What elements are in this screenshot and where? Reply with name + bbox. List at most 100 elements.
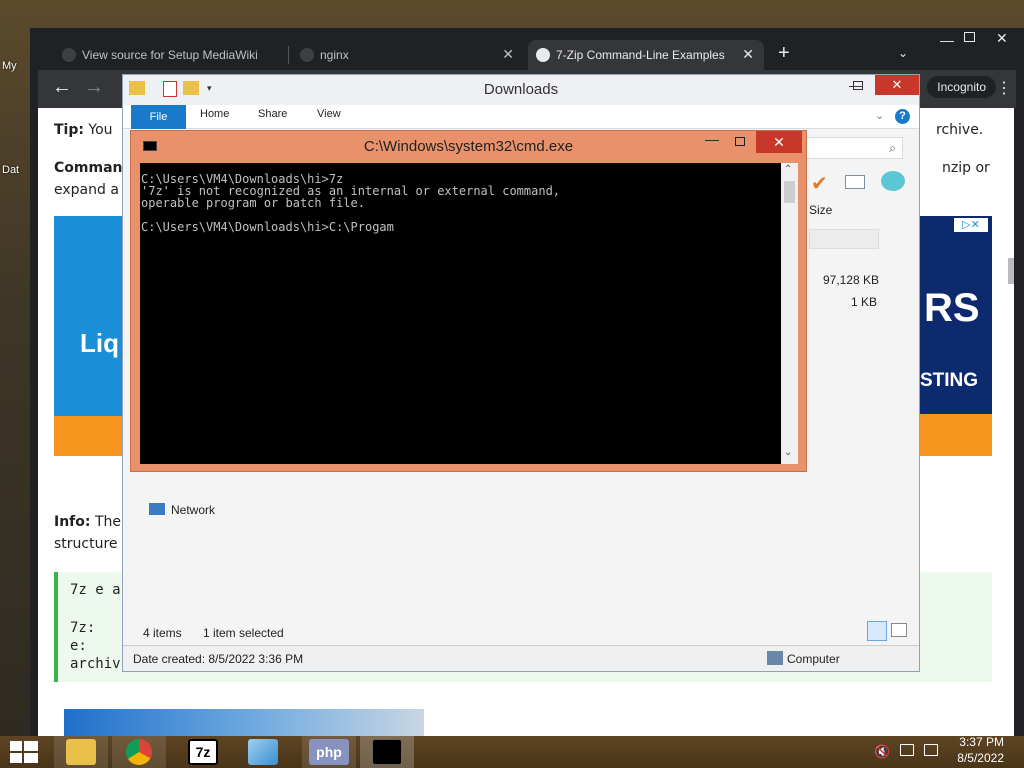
tab-view[interactable]: View xyxy=(317,108,341,120)
folder-icon xyxy=(129,81,145,95)
ad-choices-icon[interactable]: ▷✕ xyxy=(954,218,988,232)
tab-file[interactable]: File xyxy=(131,105,186,129)
article-image xyxy=(64,709,424,736)
close-window-icon[interactable]: ✕ xyxy=(875,75,919,95)
command-paragraph-end: nzip or xyxy=(942,160,990,176)
tab-home[interactable]: Home xyxy=(200,108,229,120)
file-size: 1 KB xyxy=(851,295,878,309)
search-input[interactable]: ⌕ xyxy=(805,137,903,159)
php-icon: php xyxy=(309,739,349,765)
status-bar: Date created: 8/5/2022 3:36 PM Computer xyxy=(123,645,919,671)
scroll-down-icon[interactable]: ⌄ xyxy=(784,447,792,458)
column-header-size[interactable]: Size xyxy=(809,203,832,217)
tab-setup-mediawiki[interactable]: View source for Setup MediaWiki xyxy=(54,40,286,70)
cmd-console-output[interactable]: C:\Users\VM4\Downloads\hi>7z '7z' is not… xyxy=(140,163,781,464)
code-line: 7z: xyxy=(70,620,96,636)
close-window-icon[interactable]: ✕ xyxy=(756,131,802,153)
system-clock[interactable]: 3:37 PM 8/5/2022 xyxy=(957,734,1004,766)
expand-ribbon-chevron-icon[interactable]: ⌄ xyxy=(875,109,884,122)
taskbar-php[interactable]: php xyxy=(302,736,356,768)
file-explorer-icon xyxy=(66,739,96,765)
back-arrow-icon[interactable]: ← xyxy=(52,76,72,99)
cmd-icon xyxy=(372,739,402,765)
tab-search-chevron-icon[interactable]: ⌄ xyxy=(898,46,908,60)
taskbar-chrome[interactable] xyxy=(112,736,166,768)
tab-nginx[interactable]: nginx ✕ xyxy=(292,40,524,70)
clock-date: 8/5/2022 xyxy=(957,751,1004,765)
close-window-icon[interactable]: ✕ xyxy=(996,30,1008,47)
minimize-icon[interactable]: — xyxy=(705,131,719,147)
scroll-up-icon[interactable]: ⌃ xyxy=(784,164,792,175)
info-paragraph: Info: The xyxy=(54,514,121,530)
list-view-icon[interactable] xyxy=(845,175,865,189)
explorer-titlebar: Downloads xyxy=(123,75,919,105)
date-created: Date created: 8/5/2022 3:36 PM xyxy=(133,652,304,666)
details-view-icon[interactable] xyxy=(867,621,887,641)
network-icon xyxy=(149,503,165,515)
checkmark-icon[interactable]: ✔ xyxy=(811,171,828,196)
code-line: e: xyxy=(70,638,87,654)
ad-banner-right[interactable]: RS STING ▷✕ xyxy=(914,216,992,456)
code-line: 7z e a xyxy=(70,582,121,598)
column-filter-placeholder xyxy=(809,229,879,249)
nav-network[interactable]: Network xyxy=(171,503,215,517)
tip-paragraph: Tip: You xyxy=(54,122,113,138)
taskbar-notepad[interactable] xyxy=(236,736,290,768)
desktop-icon-label[interactable]: My xyxy=(2,60,17,72)
tab-favicon-icon xyxy=(300,48,314,62)
new-tab-button[interactable]: + xyxy=(778,42,790,65)
tab-favicon-icon xyxy=(62,48,76,62)
7zip-icon: 7z xyxy=(188,739,218,765)
taskbar-7zip[interactable]: 7z xyxy=(176,736,230,768)
ad-orange-strip xyxy=(54,416,124,456)
properties-icon[interactable] xyxy=(163,81,177,97)
scrollbar-thumb[interactable] xyxy=(784,181,795,203)
tab-7zip-examples[interactable]: 7-Zip Command-Line Examples ✕ xyxy=(528,40,764,70)
maximize-icon[interactable] xyxy=(964,32,975,42)
incognito-badge[interactable]: Incognito xyxy=(927,76,996,98)
taskbar: 7z php 🔇 3:37 PM 8/5/2022 xyxy=(0,734,1024,768)
tab-divider xyxy=(288,46,289,64)
minimize-icon[interactable]: — xyxy=(940,32,954,48)
ad-banner-left[interactable]: Liq xyxy=(54,216,124,456)
command-paragraph: expand a xyxy=(54,182,119,198)
close-tab-icon[interactable]: ✕ xyxy=(502,46,514,63)
help-icon[interactable]: ? xyxy=(895,109,910,124)
taskbar-file-explorer[interactable] xyxy=(54,736,108,768)
menu-dots-icon[interactable]: ⋮ xyxy=(996,78,1012,98)
globe-icon xyxy=(536,48,550,62)
clock-time: 3:37 PM xyxy=(959,735,1004,749)
network-tray-icon[interactable] xyxy=(900,744,914,756)
selection-count: 1 item selected xyxy=(203,626,284,640)
taskbar-cmd[interactable] xyxy=(360,736,414,768)
desktop-icon-label[interactable]: Dat xyxy=(2,164,19,176)
file-size: 97,128 KB xyxy=(823,273,880,287)
maximize-icon[interactable] xyxy=(853,81,863,90)
tab-share[interactable]: Share xyxy=(258,108,287,120)
code-line: archiv xyxy=(70,656,121,672)
command-heading: Comman xyxy=(54,160,123,176)
info-paragraph-line2: structure xyxy=(54,536,118,552)
cmd-scrollbar[interactable]: ⌃ ⌄ xyxy=(781,163,798,464)
tip-paragraph-end: rchive. xyxy=(936,122,984,138)
close-tab-icon[interactable]: ✕ xyxy=(742,46,754,63)
location-computer: Computer xyxy=(787,652,840,666)
volume-muted-icon[interactable]: 🔇 xyxy=(874,744,890,760)
action-center-icon[interactable] xyxy=(924,744,938,756)
explorer-title: Downloads xyxy=(483,81,559,98)
computer-icon xyxy=(767,651,783,665)
chrome-icon xyxy=(126,739,152,765)
quick-access-dropdown-icon[interactable]: ▾ xyxy=(207,83,212,94)
large-icons-view-icon[interactable] xyxy=(891,623,907,637)
new-folder-icon[interactable] xyxy=(183,81,199,95)
items-count: 4 items xyxy=(143,626,182,640)
page-scrollbar-thumb[interactable] xyxy=(1008,258,1014,284)
notepad-icon xyxy=(248,739,278,765)
maximize-icon[interactable] xyxy=(735,137,745,146)
search-icon: ⌕ xyxy=(889,141,896,155)
ad-orange-strip xyxy=(914,414,992,456)
forward-arrow-icon[interactable]: → xyxy=(84,76,104,99)
shell-icon[interactable] xyxy=(881,171,905,191)
windows-start-icon[interactable] xyxy=(10,741,38,763)
ribbon: File Home Share View ⌄ ? xyxy=(123,105,919,129)
